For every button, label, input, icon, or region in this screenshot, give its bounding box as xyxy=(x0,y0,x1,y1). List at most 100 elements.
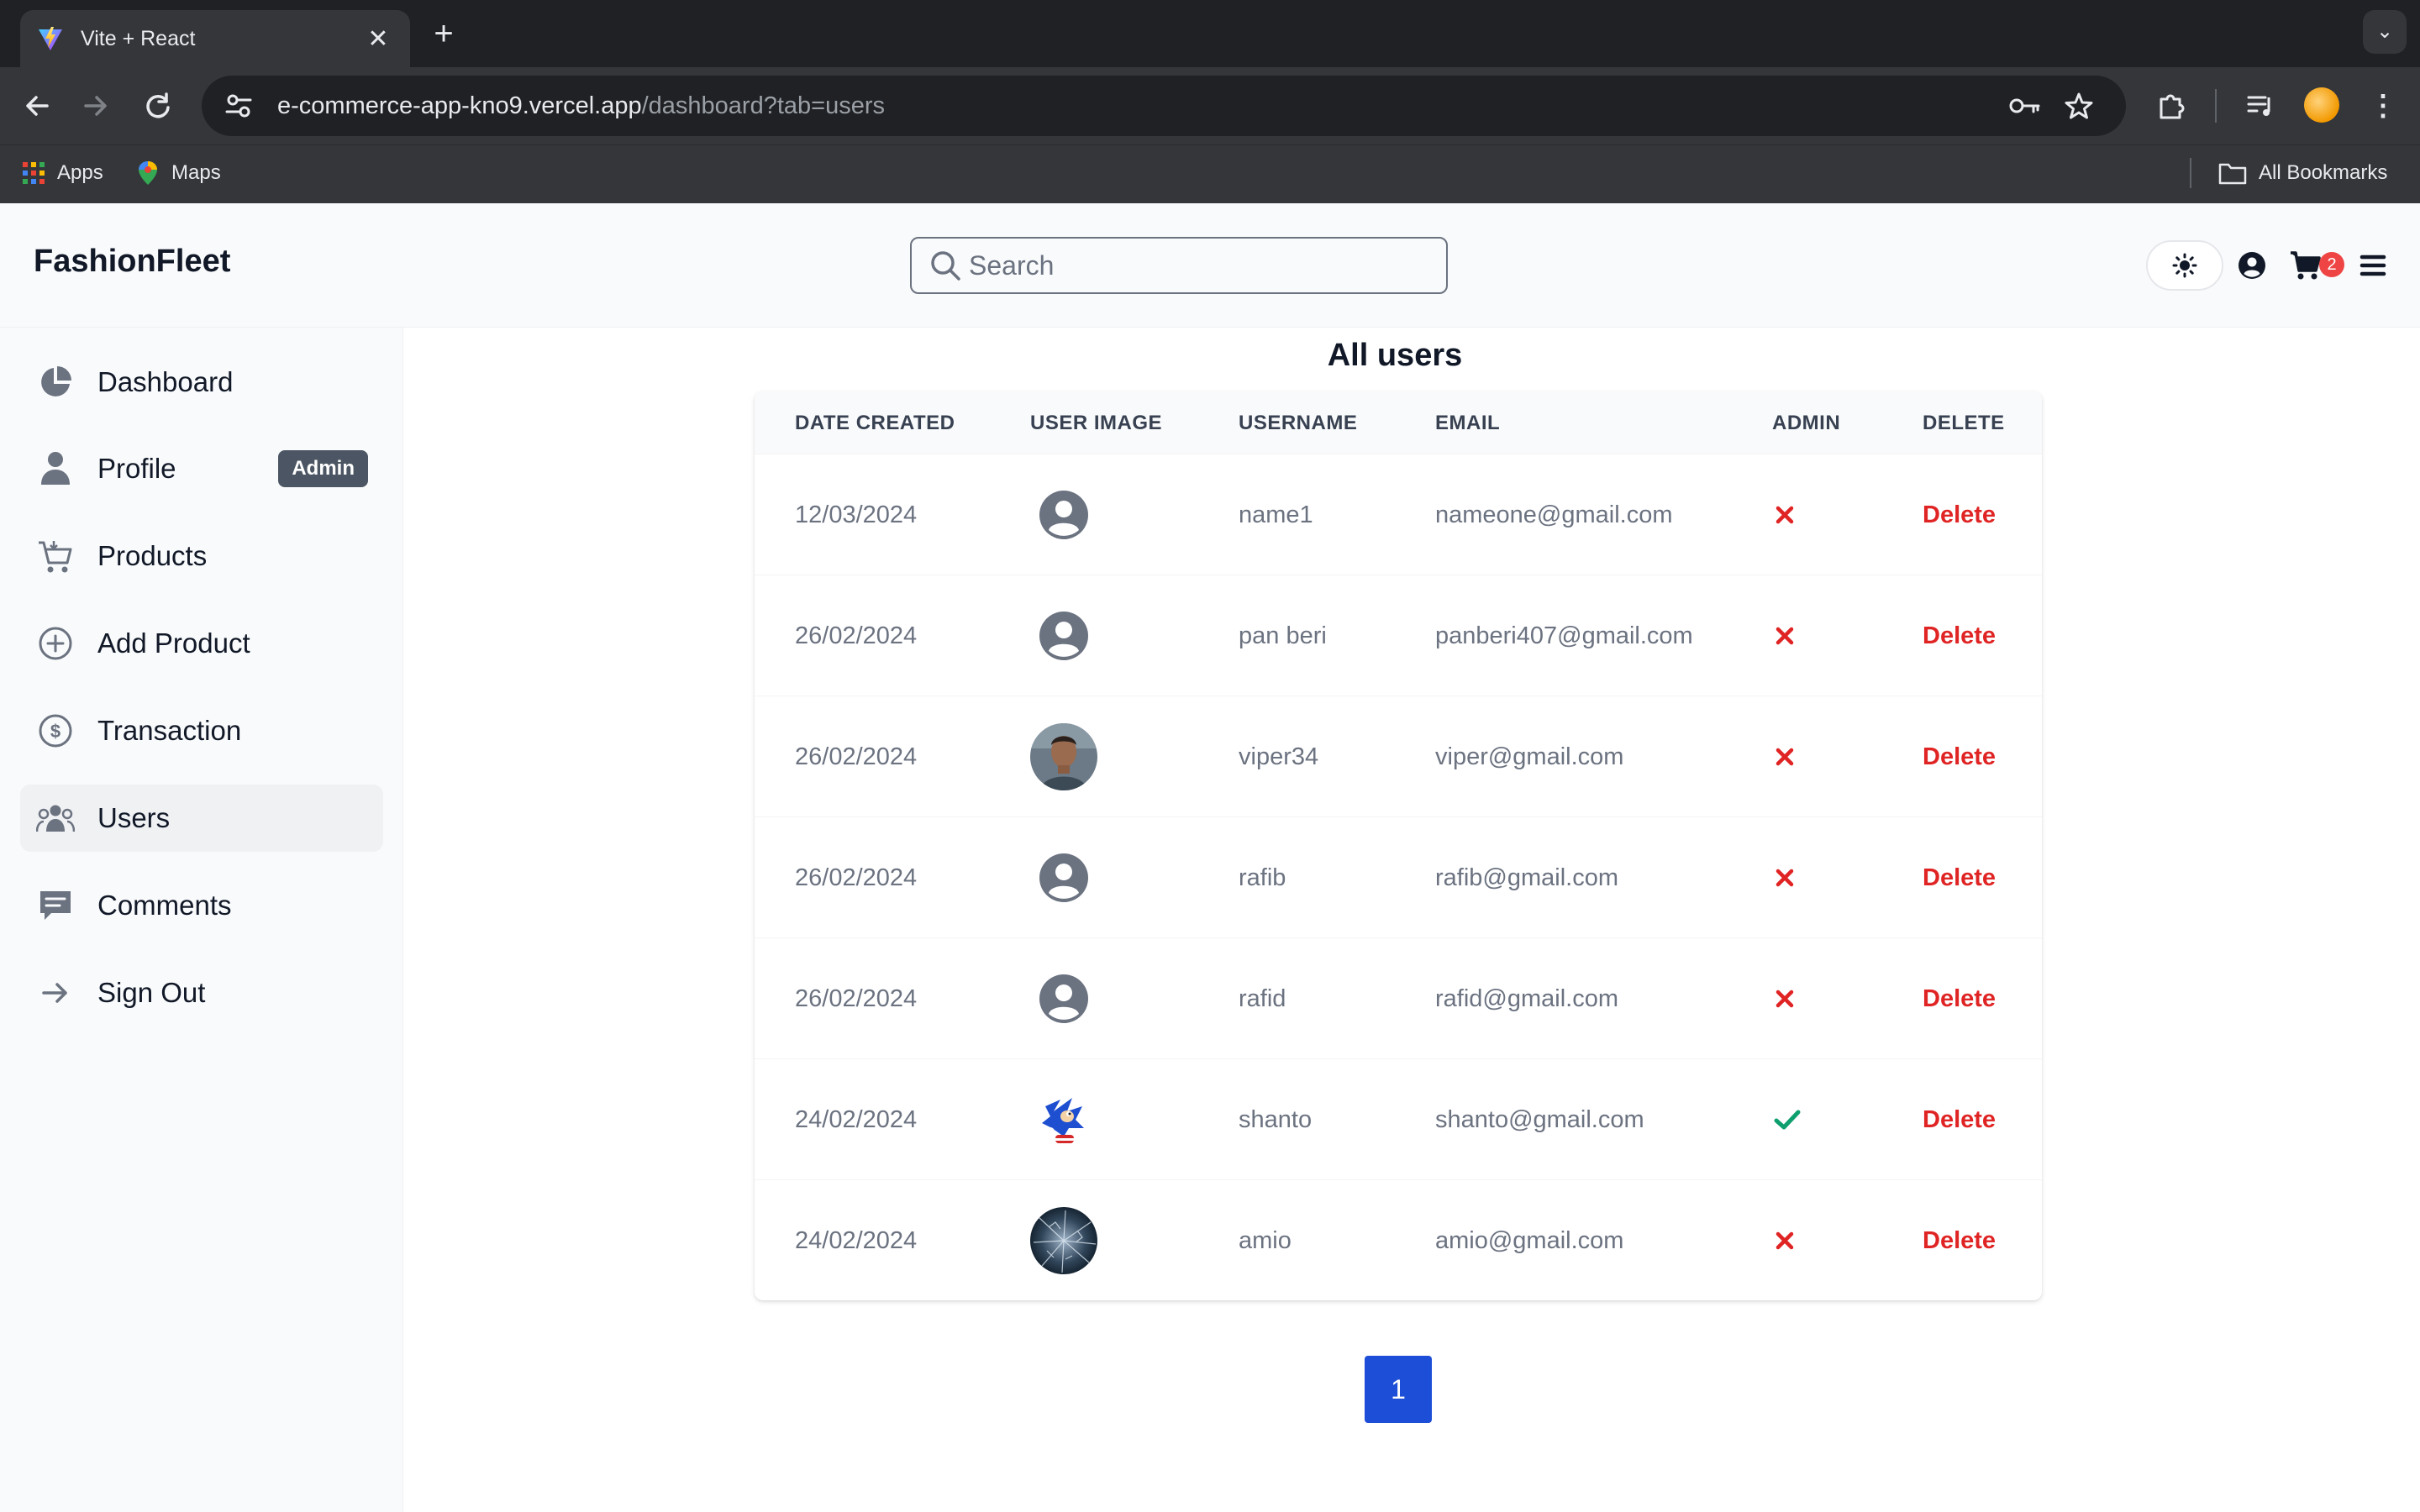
date-created-cell: 24/02/2024 xyxy=(795,1226,918,1254)
delete-user-button[interactable]: Delete xyxy=(1923,864,1996,892)
delete-user-button[interactable]: Delete xyxy=(1923,985,1996,1013)
vite-logo-icon xyxy=(39,27,62,50)
delete-user-button[interactable]: Delete xyxy=(1923,622,1996,650)
sidebar-item-label: Users xyxy=(97,802,171,833)
column-header-delete: DELETE xyxy=(1923,412,2005,434)
forward-arrow-icon[interactable] xyxy=(74,84,118,128)
extensions-puzzle-icon[interactable] xyxy=(2149,84,2193,128)
site-settings-icon[interactable] xyxy=(222,89,255,123)
user-avatar xyxy=(1030,723,1097,790)
table-row: 24/02/2024 amio amio@gmail.com Delete xyxy=(755,1179,2042,1300)
sidebar-item-users[interactable]: Users xyxy=(20,785,383,852)
username-cell: rafid xyxy=(1239,984,1286,1012)
email-cell: nameone@gmail.com xyxy=(1435,501,1673,528)
reload-icon[interactable] xyxy=(136,84,180,128)
search-icon xyxy=(931,251,960,281)
cross-icon xyxy=(1774,1230,1796,1252)
delete-cell: Delete xyxy=(1923,938,1996,1059)
media-control-icon[interactable] xyxy=(2238,84,2282,128)
brand-logo[interactable]: FashionFleet xyxy=(34,244,230,280)
email-cell: amio@gmail.com xyxy=(1435,1226,1624,1254)
delete-cell: Delete xyxy=(1923,1059,1996,1180)
table-header: DATE CREATED USER IMAGE USERNAME EMAIL A… xyxy=(755,391,2042,454)
svg-text:$: $ xyxy=(50,721,60,742)
admin-badge: Admin xyxy=(278,450,368,487)
address-bar[interactable]: e-commerce-app-kno9.vercel.app/dashboard… xyxy=(202,76,2126,136)
date-created-cell: 26/02/2024 xyxy=(795,984,918,1012)
search-input[interactable] xyxy=(969,249,1429,281)
user-image-cell xyxy=(1030,1059,1097,1180)
back-arrow-icon[interactable] xyxy=(15,84,59,128)
email-cell: rafid@gmail.com xyxy=(1435,984,1618,1012)
date-created-cell: 26/02/2024 xyxy=(795,743,918,770)
admin-status-cell xyxy=(1774,696,1796,817)
sidebar-item-label: Products xyxy=(97,540,208,571)
cross-icon xyxy=(1774,746,1796,768)
username-cell: rafib xyxy=(1239,864,1286,891)
theme-toggle-button[interactable] xyxy=(2146,240,2223,291)
delete-user-button[interactable]: Delete xyxy=(1923,1106,1996,1134)
admin-status-cell xyxy=(1774,1059,1801,1180)
sidebar-item-products[interactable]: Products xyxy=(20,522,383,590)
user-avatar xyxy=(1030,1086,1097,1153)
date-created-cell: 26/02/2024 xyxy=(795,622,918,649)
sidebar-item-profile[interactable]: Profile Admin xyxy=(20,435,383,502)
password-key-icon[interactable] xyxy=(1998,87,2052,124)
cross-icon xyxy=(1774,504,1796,526)
url-text[interactable]: e-commerce-app-kno9.vercel.app/dashboard… xyxy=(277,92,1998,120)
tab-title: Vite + React xyxy=(81,26,196,50)
maps-pin-icon xyxy=(139,161,157,185)
bookmark-maps-label: Maps xyxy=(171,161,221,184)
admin-status-cell xyxy=(1774,575,1796,696)
delete-user-button[interactable]: Delete xyxy=(1923,1227,1996,1255)
new-tab-button[interactable]: + xyxy=(427,13,460,54)
arrow-right-icon xyxy=(35,973,76,1013)
search-field[interactable] xyxy=(910,237,1448,294)
cross-icon xyxy=(1774,867,1796,889)
sidebar-item-add-product[interactable]: Add Product xyxy=(20,610,383,677)
sidebar-item-label: Sign Out xyxy=(97,977,206,1008)
admin-status-cell xyxy=(1774,454,1796,575)
user-image-cell xyxy=(1030,696,1097,817)
pie-chart-icon xyxy=(35,362,76,402)
sidebar-item-label: Add Product xyxy=(97,627,250,659)
browser-menu-icon[interactable]: ⋮ xyxy=(2368,84,2398,128)
browser-tab-active[interactable]: Vite + React ✕ xyxy=(20,10,410,67)
user-circle-icon[interactable] xyxy=(2232,245,2272,286)
users-group-icon xyxy=(35,798,76,838)
url-path: /dashboard?tab=users xyxy=(641,92,885,119)
all-bookmarks-button[interactable]: All Bookmarks xyxy=(2218,156,2387,190)
delete-cell: Delete xyxy=(1923,454,1996,575)
sidebar-item-label: Comments xyxy=(97,890,232,921)
url-host: e-commerce-app-kno9.vercel.app xyxy=(277,92,642,119)
username-cell: viper34 xyxy=(1239,743,1319,770)
bookmark-star-icon[interactable] xyxy=(2052,87,2106,124)
tab-search-chevron-icon[interactable]: ⌄ xyxy=(2363,10,2407,54)
profile-avatar-icon[interactable] xyxy=(2304,87,2339,123)
apps-grid-icon xyxy=(23,162,45,184)
table-row: 26/02/2024 pan beri panberi407@gmail.com De… xyxy=(755,575,2042,696)
all-bookmarks-label: All Bookmarks xyxy=(2259,161,2388,184)
sidebar-item-transaction[interactable]: $ Transaction xyxy=(20,697,383,764)
column-header-username: USERNAME xyxy=(1239,412,1358,434)
user-image-cell xyxy=(1030,1180,1097,1300)
hamburger-menu-icon[interactable] xyxy=(2353,245,2393,286)
sidebar-item-sign-out[interactable]: Sign Out xyxy=(20,959,383,1026)
pagination-page-1[interactable]: 1 xyxy=(1365,1356,1432,1423)
plus-circle-icon xyxy=(35,623,76,664)
delete-user-button[interactable]: Delete xyxy=(1923,501,1996,529)
close-tab-icon[interactable]: ✕ xyxy=(363,24,393,54)
bookmark-maps[interactable]: Maps xyxy=(136,156,221,190)
username-cell: amio xyxy=(1239,1226,1292,1254)
date-created-cell: 24/02/2024 xyxy=(795,1105,918,1133)
bookmarks-bar xyxy=(0,144,2420,203)
bookmark-apps[interactable]: Apps xyxy=(22,156,103,190)
table-row: 12/03/2024 name1 nameone@gmail.com Delete xyxy=(755,454,2042,575)
sidebar-item-label: Dashboard xyxy=(97,366,234,397)
column-header-email: EMAIL xyxy=(1435,412,1501,434)
sidebar-item-comments[interactable]: Comments xyxy=(20,872,383,939)
delete-user-button[interactable]: Delete xyxy=(1923,743,1996,771)
sidebar-item-label: Profile xyxy=(97,453,176,484)
delete-cell: Delete xyxy=(1923,696,1996,817)
sidebar-item-dashboard[interactable]: Dashboard xyxy=(20,349,383,416)
